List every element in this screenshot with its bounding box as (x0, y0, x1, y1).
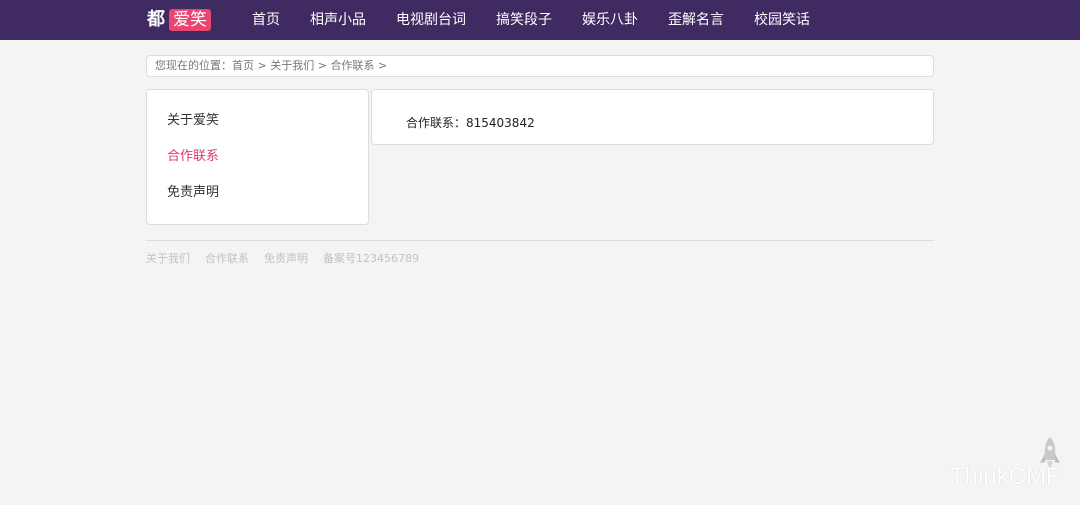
nav-item-campus[interactable]: 校园笑话 (739, 0, 825, 40)
breadcrumb-item-about[interactable]: 关于我们 (270, 59, 314, 72)
footer: 关于我们 合作联系 免责声明 备案号123456789 (146, 250, 419, 266)
breadcrumb: 您现在的位置：首页 > 关于我们 > 合作联系 > (146, 55, 934, 77)
breadcrumb-separator: > (377, 59, 388, 72)
footer-link-contact[interactable]: 合作联系 (205, 250, 249, 266)
breadcrumb-item-home[interactable]: 首页 (232, 59, 254, 72)
logo-badge: 爱笑 (169, 9, 211, 31)
breadcrumb-prefix: 您现在的位置： (155, 59, 232, 72)
footer-divider (146, 240, 934, 241)
breadcrumb-item-contact[interactable]: 合作联系 (330, 59, 374, 72)
contact-info: 合作联系：815403842 (406, 116, 535, 130)
top-navbar: 都 爱笑 首页 相声小品 电视剧台词 搞笑段子 娱乐八卦 歪解名言 校园笑话 (0, 0, 1080, 40)
sidebar-item-about[interactable]: 关于爱笑 (147, 103, 368, 139)
nav-item-quotes[interactable]: 歪解名言 (653, 0, 739, 40)
sidebar-item-disclaimer[interactable]: 免责声明 (147, 175, 368, 211)
nav-item-home[interactable]: 首页 (237, 0, 295, 40)
breadcrumb-separator: > (257, 59, 267, 72)
nav-item-jokes[interactable]: 搞笑段子 (481, 0, 567, 40)
footer-link-disclaimer[interactable]: 免责声明 (264, 250, 308, 266)
footer-icp: 备案号123456789 (323, 252, 419, 265)
thinkcmf-brand: ThinkCMF (950, 463, 1061, 490)
footer-link-about[interactable]: 关于我们 (146, 250, 190, 266)
sidebar: 关于爱笑 合作联系 免责声明 (146, 89, 369, 225)
nav-item-gossip[interactable]: 娱乐八卦 (567, 0, 653, 40)
nav-item-tv-lines[interactable]: 电视剧台词 (381, 0, 481, 40)
site-logo[interactable]: 都 爱笑 (147, 8, 211, 32)
sidebar-item-contact[interactable]: 合作联系 (147, 139, 368, 175)
content-panel: 合作联系：815403842 (371, 89, 934, 145)
main-nav: 首页 相声小品 电视剧台词 搞笑段子 娱乐八卦 歪解名言 校园笑话 (237, 0, 825, 40)
breadcrumb-separator: > (317, 59, 327, 72)
logo-text: 都 (147, 9, 165, 30)
nav-item-crosstalk[interactable]: 相声小品 (295, 0, 381, 40)
